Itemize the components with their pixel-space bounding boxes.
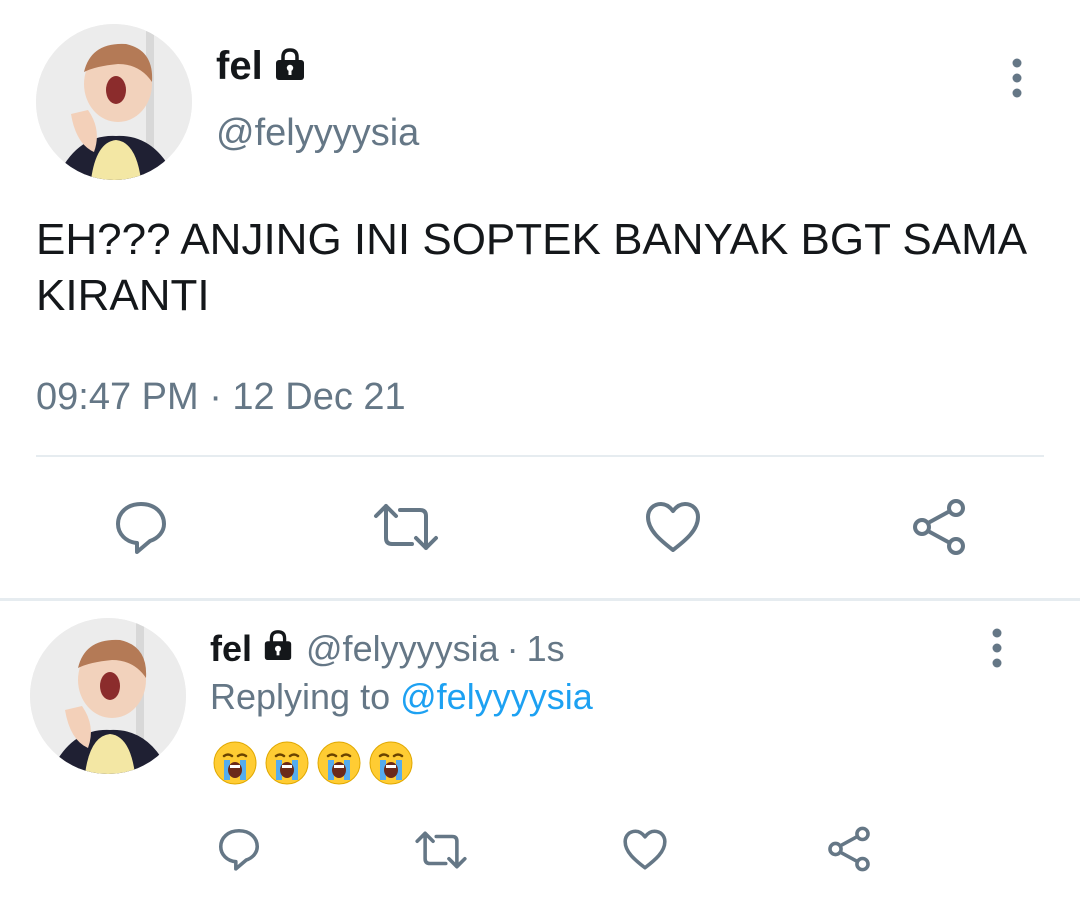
like-button[interactable] bbox=[622, 828, 668, 871]
like-button[interactable] bbox=[644, 500, 702, 554]
more-vertical-icon[interactable] bbox=[991, 628, 1003, 673]
comment-icon bbox=[218, 828, 260, 871]
share-button[interactable] bbox=[826, 826, 872, 872]
reply-button[interactable] bbox=[216, 826, 262, 872]
loudly-crying-face-icon bbox=[265, 741, 309, 785]
author-name[interactable]: fel bbox=[216, 44, 263, 89]
author-name-row: fel bbox=[216, 44, 307, 89]
share-icon bbox=[913, 499, 965, 555]
lock-icon bbox=[262, 628, 294, 670]
reply-text bbox=[212, 740, 414, 786]
loudly-crying-face-icon bbox=[213, 741, 257, 785]
loudly-crying-face-icon bbox=[317, 741, 361, 785]
tweet-timestamp[interactable]: 09:47 PM · 12 Dec 21 bbox=[36, 376, 406, 419]
divider bbox=[0, 598, 1080, 601]
tweet-text: EH??? ANJING INI SOPTEK BANYAK BGT SAMA … bbox=[36, 215, 1025, 320]
avatar-image bbox=[30, 618, 186, 774]
retweet-icon bbox=[415, 831, 467, 869]
replying-to: Replying to @felyyyysia bbox=[210, 676, 593, 718]
author-name[interactable]: fel bbox=[210, 628, 252, 670]
reply-header: fel @felyyyysia · 1s bbox=[210, 628, 565, 670]
retweet-icon bbox=[374, 504, 438, 550]
heart-icon bbox=[646, 502, 700, 552]
divider bbox=[36, 455, 1044, 457]
author-handle[interactable]: @felyyyysia bbox=[306, 628, 499, 670]
share-button[interactable] bbox=[910, 498, 968, 556]
avatar[interactable] bbox=[36, 24, 192, 180]
lock-icon bbox=[273, 47, 307, 86]
loudly-crying-face-icon bbox=[369, 741, 413, 785]
reply-time[interactable]: 1s bbox=[527, 628, 565, 670]
replying-prefix: Replying to bbox=[210, 676, 391, 717]
heart-icon bbox=[623, 829, 667, 870]
separator: · bbox=[506, 628, 519, 669]
reply-button[interactable] bbox=[112, 498, 170, 556]
avatar[interactable] bbox=[30, 618, 186, 774]
author-handle[interactable]: @felyyyysia bbox=[216, 112, 419, 155]
retweet-button[interactable] bbox=[372, 502, 440, 552]
retweet-button[interactable] bbox=[414, 830, 468, 870]
comment-icon bbox=[116, 502, 166, 554]
avatar-image bbox=[36, 24, 192, 180]
share-icon bbox=[828, 826, 870, 872]
more-vertical-icon[interactable] bbox=[1011, 58, 1023, 103]
replying-to-link[interactable]: @felyyyysia bbox=[400, 676, 593, 717]
